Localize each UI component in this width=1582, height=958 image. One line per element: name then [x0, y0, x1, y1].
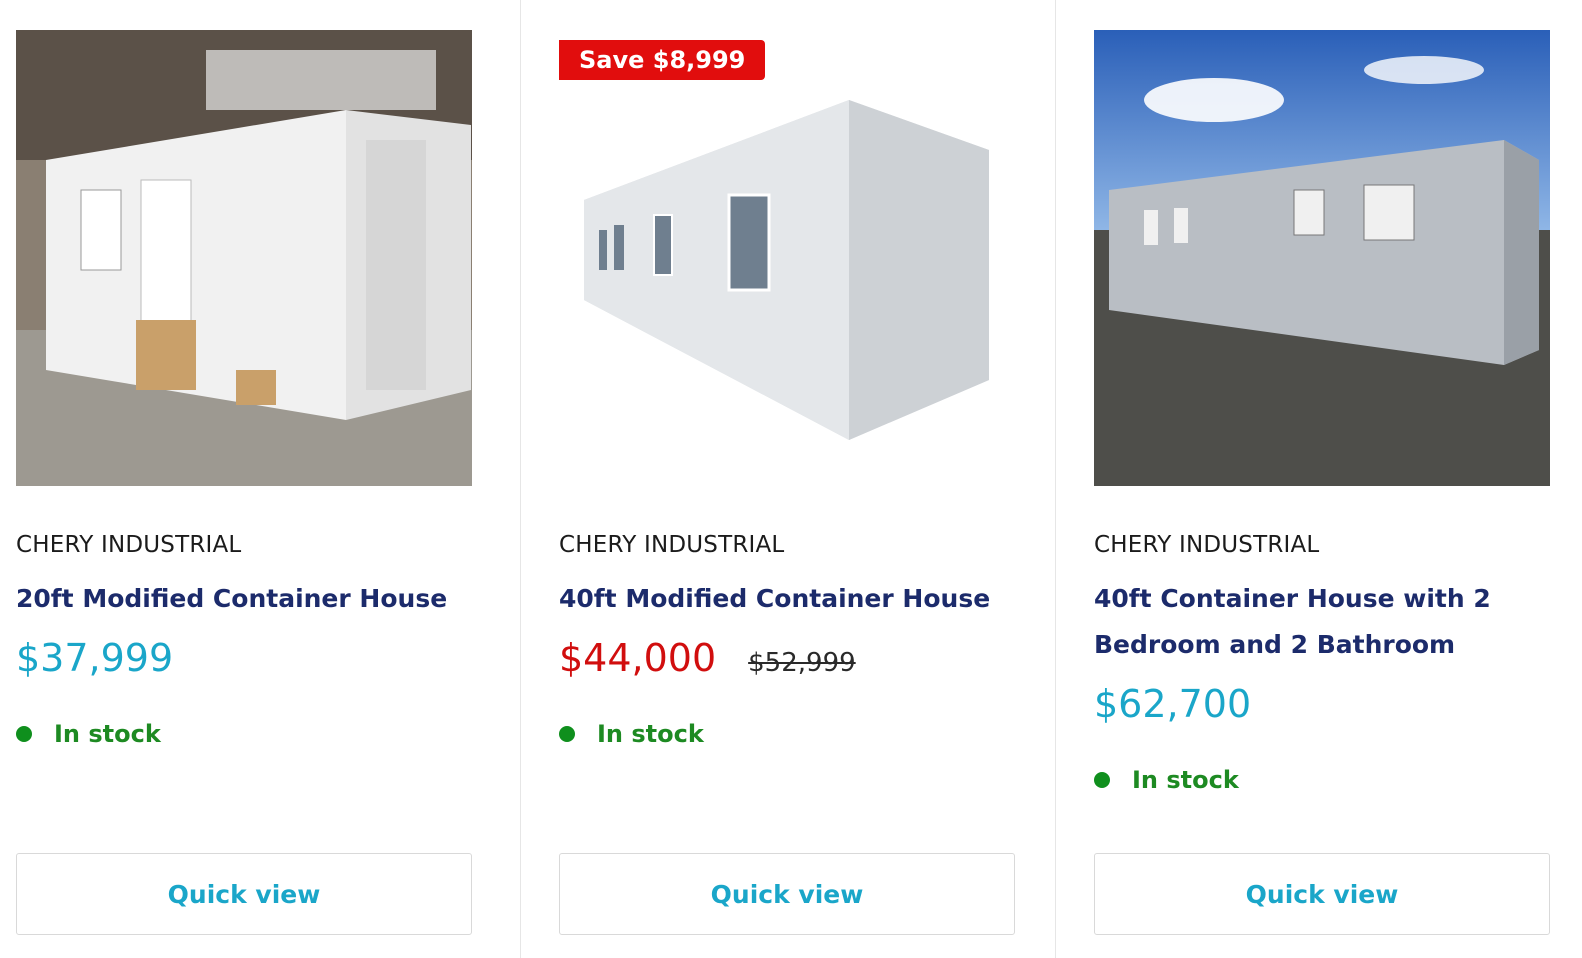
- in-stock-dot-icon: [1094, 772, 1110, 788]
- product-grid: CHERY INDUSTRIAL 20ft Modified Container…: [0, 0, 1582, 958]
- stock-status: In stock: [16, 720, 504, 748]
- quick-view-button[interactable]: Quick view: [1094, 853, 1550, 935]
- product-vendor: CHERY INDUSTRIAL: [559, 532, 785, 558]
- product-image[interactable]: [1094, 30, 1550, 486]
- product-image[interactable]: Save $8,999: [559, 30, 1015, 486]
- product-title-link[interactable]: 40ft Modified Container House: [559, 576, 1015, 622]
- in-stock-dot-icon: [559, 726, 575, 742]
- product-card: CHERY INDUSTRIAL 40ft Container House wi…: [1055, 0, 1582, 958]
- in-stock-dot-icon: [16, 726, 32, 742]
- product-price: $37,999: [16, 636, 174, 680]
- quick-view-button[interactable]: Quick view: [16, 853, 472, 935]
- quick-view-button[interactable]: Quick view: [559, 853, 1015, 935]
- price-row: $37,999: [16, 636, 504, 680]
- stock-status: In stock: [559, 720, 1039, 748]
- stock-label: In stock: [1132, 766, 1239, 794]
- product-card: CHERY INDUSTRIAL 20ft Modified Container…: [0, 0, 520, 958]
- save-badge: Save $8,999: [559, 40, 766, 80]
- price-row: $44,000 $52,999: [559, 636, 1039, 680]
- stock-status: In stock: [1094, 766, 1566, 794]
- stock-label: In stock: [54, 720, 161, 748]
- sale-price: $44,000: [559, 636, 717, 680]
- compare-at-price: $52,999: [748, 648, 856, 678]
- stock-label: In stock: [597, 720, 704, 748]
- product-title-link[interactable]: 40ft Container House with 2 Bedroom and …: [1094, 576, 1550, 668]
- product-title-link[interactable]: 20ft Modified Container House: [16, 576, 472, 622]
- price-row: $62,700: [1094, 682, 1566, 726]
- product-vendor: CHERY INDUSTRIAL: [16, 532, 242, 558]
- product-image[interactable]: [16, 30, 472, 486]
- product-card: Save $8,999 CHERY INDUSTRIAL 40ft Modifi…: [520, 0, 1055, 958]
- product-vendor: CHERY INDUSTRIAL: [1094, 532, 1320, 558]
- product-price: $62,700: [1094, 682, 1252, 726]
